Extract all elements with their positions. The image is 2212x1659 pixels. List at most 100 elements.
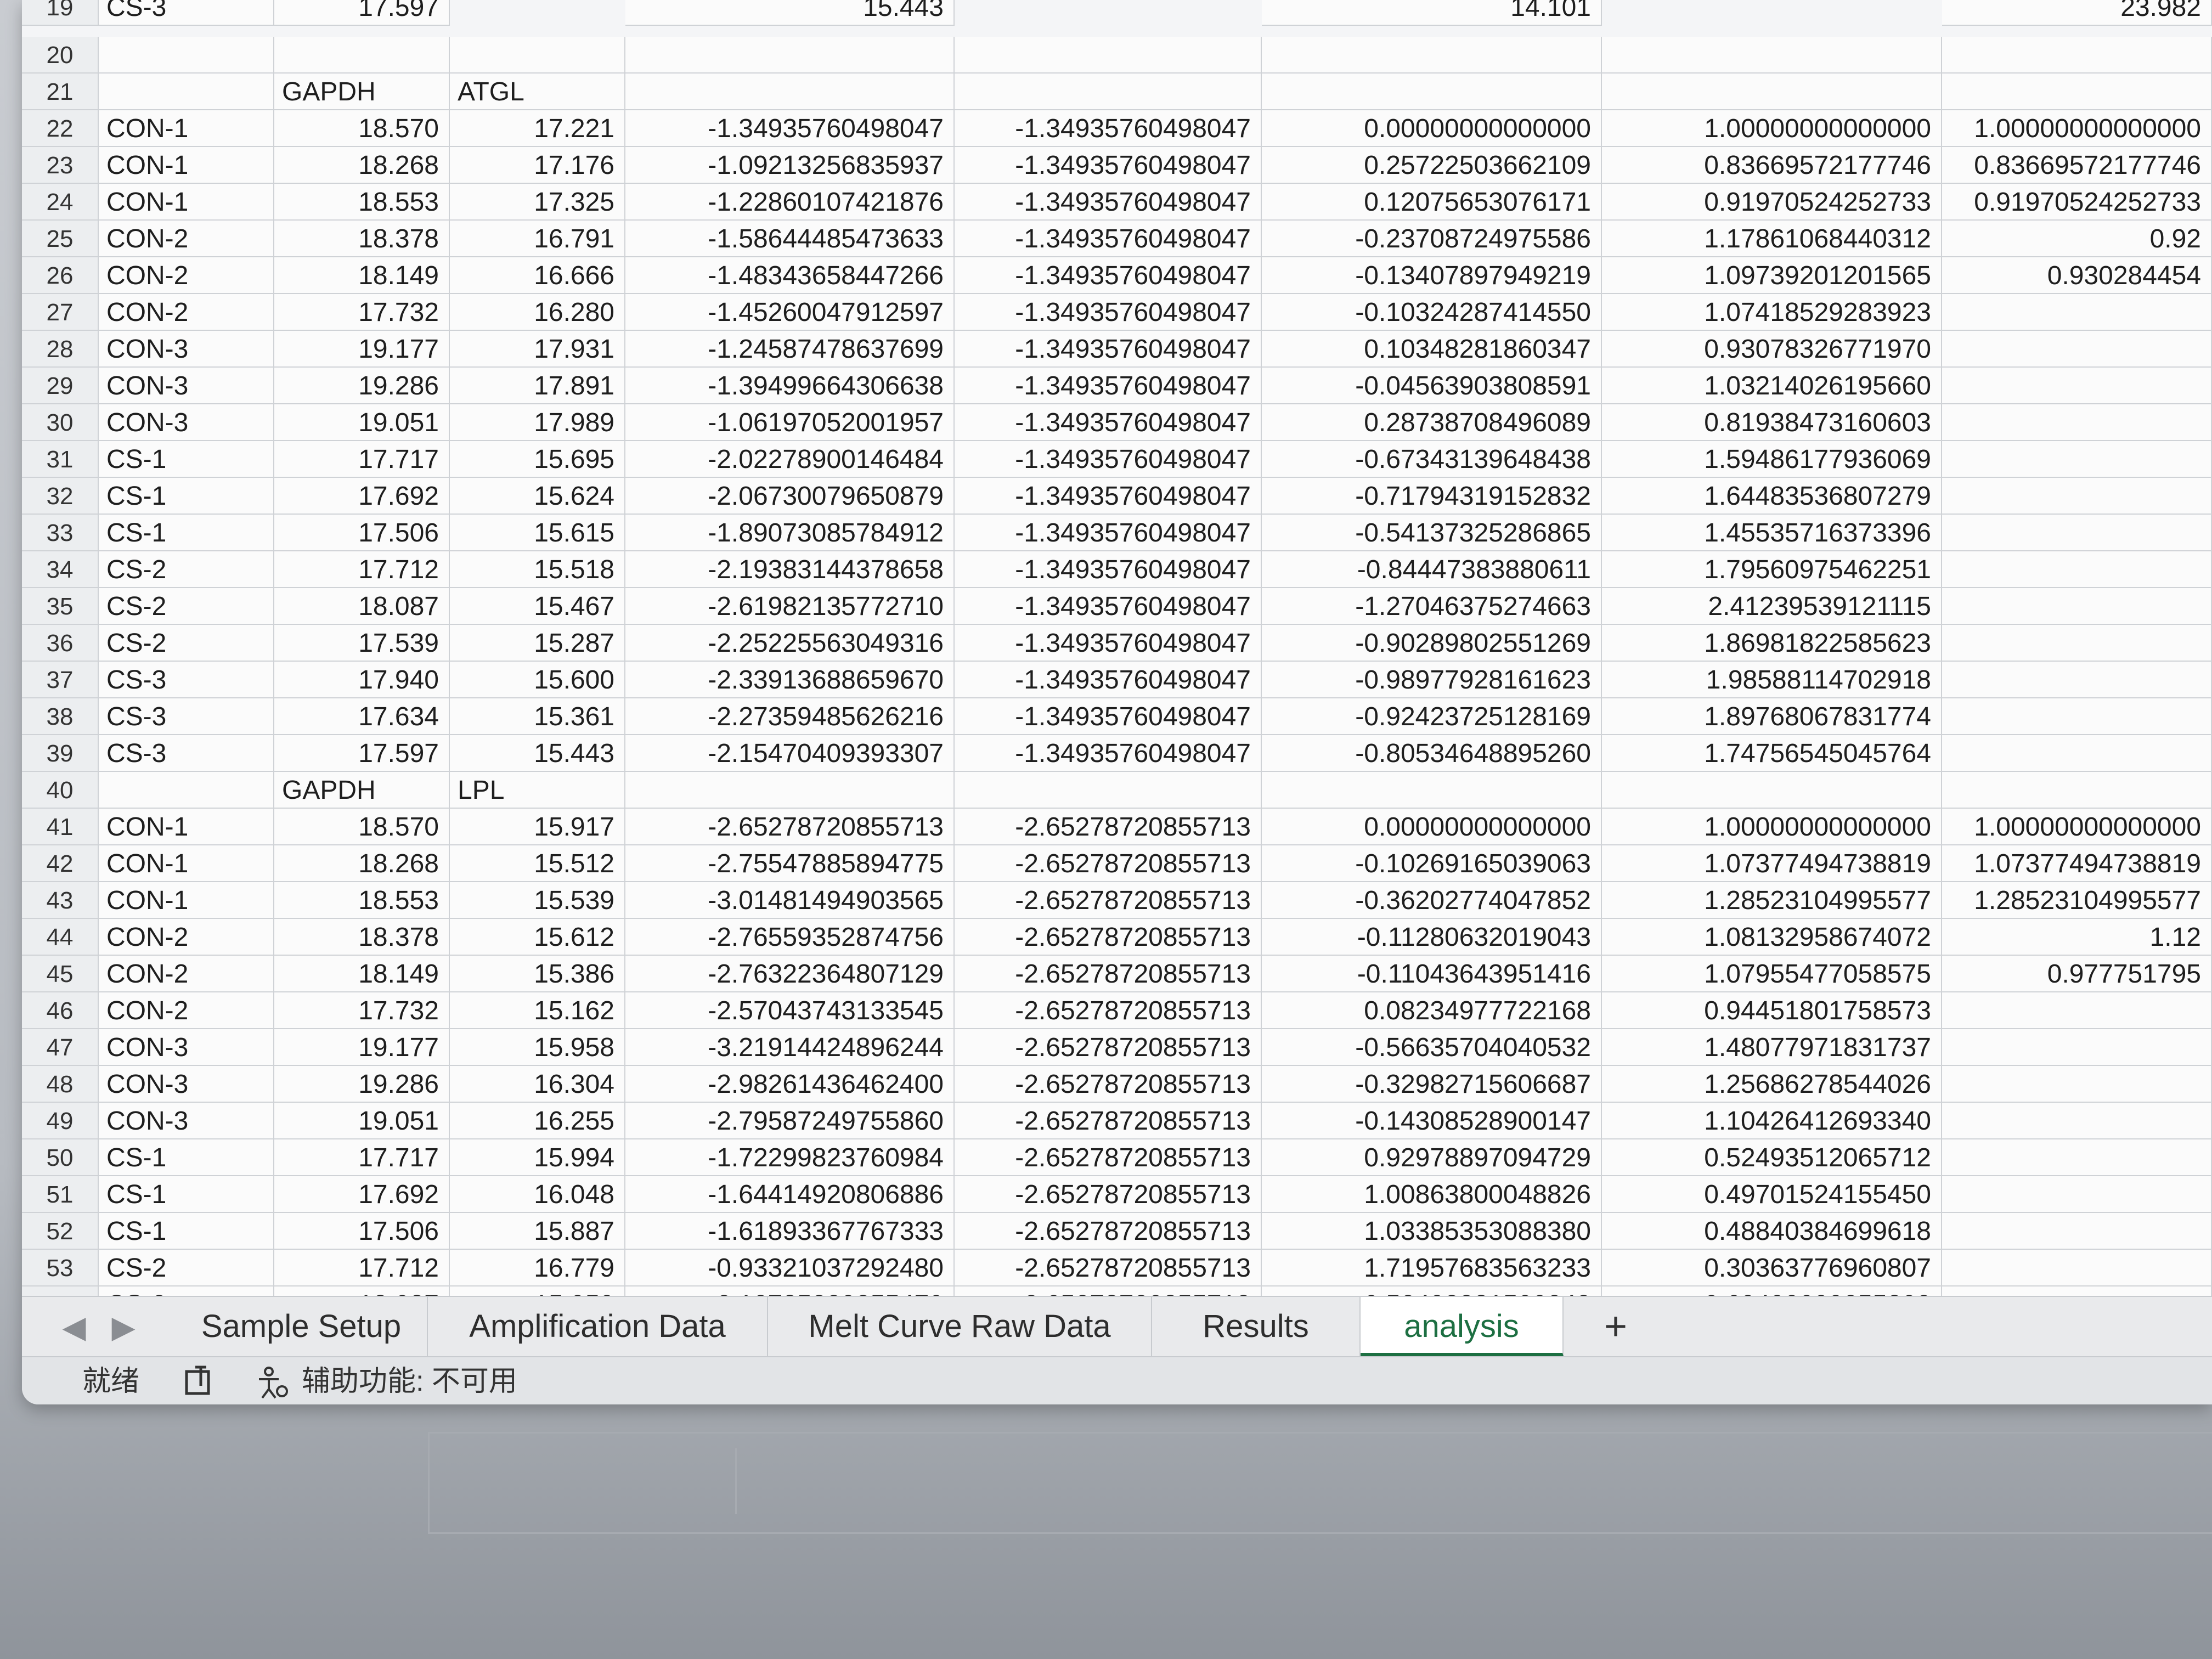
delta-delta-ct-cell[interactable]: -0.10324287414550 xyxy=(1262,294,1602,331)
delta-ct-cell[interactable]: -1.34935760498047 xyxy=(625,110,955,147)
target-ct-cell[interactable]: 16.304 xyxy=(450,1066,625,1103)
delta-delta-ct-cell[interactable]: -0.92423725128169 xyxy=(1262,698,1602,735)
control-mean-cell[interactable]: -2.65278720855713 xyxy=(955,1029,1262,1066)
summary-cell[interactable] xyxy=(1942,662,2212,698)
row-header[interactable]: 40 xyxy=(22,772,99,809)
sample-cell[interactable]: CS-1 xyxy=(99,478,274,515)
target-ct-cell[interactable]: 15.612 xyxy=(450,919,625,956)
target-ct-cell[interactable]: 16.779 xyxy=(450,1250,625,1286)
sample-cell[interactable]: CS-2 xyxy=(99,1250,274,1286)
fold-change-cell[interactable]: 2.41239539121115 xyxy=(1602,588,1942,625)
summary-cell[interactable] xyxy=(1942,1139,2212,1176)
delta-ct-cell[interactable]: -1.06197052001957 xyxy=(625,404,955,441)
sample-cell[interactable]: CON-1 xyxy=(99,110,274,147)
target-ct-cell[interactable]: 17.221 xyxy=(450,110,625,147)
control-mean-cell[interactable]: -1.34935760498047 xyxy=(955,184,1262,221)
summary-cell[interactable] xyxy=(1942,74,2212,110)
control-mean-cell[interactable]: -2.65278720855713 xyxy=(955,1103,1262,1139)
summary-cell[interactable] xyxy=(1942,331,2212,368)
control-mean-cell[interactable]: -2.65278720855713 xyxy=(955,956,1262,992)
row-header[interactable]: 46 xyxy=(22,992,99,1029)
delta-ct-cell[interactable]: -1.22860107421876 xyxy=(625,184,955,221)
row-header[interactable]: 53 xyxy=(22,1250,99,1286)
delta-ct-cell[interactable]: -2.25225563049316 xyxy=(625,625,955,662)
delta-delta-ct-cell[interactable]: -0.54137325286865 xyxy=(1262,515,1602,551)
delta-delta-ct-cell[interactable] xyxy=(1262,37,1602,74)
delta-ct-cell[interactable]: -1.48343658447266 xyxy=(625,257,955,294)
target-ct-cell[interactable]: 16.666 xyxy=(450,257,625,294)
summary-cell[interactable] xyxy=(1942,735,2212,772)
target-ct-cell[interactable]: 16.255 xyxy=(450,1103,625,1139)
sample-cell[interactable]: CS-1 xyxy=(99,1139,274,1176)
gapdh-cell[interactable]: 17.732 xyxy=(274,992,450,1029)
fold-change-cell[interactable]: 1.86981822585623 xyxy=(1602,625,1942,662)
gapdh-cell[interactable]: 19.286 xyxy=(274,368,450,404)
sample-cell[interactable]: CON-1 xyxy=(99,184,274,221)
row-header[interactable]: 31 xyxy=(22,441,99,478)
delta-delta-ct-cell[interactable]: 1.00863800048826 xyxy=(1262,1176,1602,1213)
target-ct-cell[interactable]: 17.325 xyxy=(450,184,625,221)
gapdh-cell[interactable]: 17.506 xyxy=(274,1213,450,1250)
gapdh-cell[interactable]: 17.712 xyxy=(274,551,450,588)
control-mean-cell[interactable]: -1.34935760498047 xyxy=(955,478,1262,515)
delta-delta-ct-cell[interactable]: -0.23708724975586 xyxy=(1262,221,1602,257)
gapdh-cell[interactable]: 18.570 xyxy=(274,809,450,845)
fold-change-cell[interactable]: 1.00000000000000 xyxy=(1602,809,1942,845)
delta-ct-cell[interactable] xyxy=(625,37,955,74)
fold-change-cell[interactable]: 1.45535716373396 xyxy=(1602,515,1942,551)
delta-ct-cell[interactable]: -2.98261436462400 xyxy=(625,1066,955,1103)
summary-cell[interactable] xyxy=(1942,1250,2212,1286)
gapdh-cell[interactable]: 17.597 xyxy=(274,735,450,772)
delta-ct-cell[interactable]: -2.76322364807129 xyxy=(625,956,955,992)
target-ct-cell[interactable]: 15.958 xyxy=(450,1029,625,1066)
sample-cell[interactable]: CS-2 xyxy=(99,625,274,662)
delta-ct-cell[interactable]: -2.06730079650879 xyxy=(625,478,955,515)
row-header[interactable]: 50 xyxy=(22,1139,99,1176)
row-header[interactable]: 49 xyxy=(22,1103,99,1139)
gapdh-cell[interactable]: GAPDH xyxy=(274,772,450,809)
delta-delta-ct-cell[interactable]: -0.56635704040532 xyxy=(1262,1029,1602,1066)
accessibility-icon[interactable] xyxy=(252,1357,291,1404)
control-mean-cell[interactable]: -1.34935760498047 xyxy=(955,221,1262,257)
delta-ct-cell[interactable]: -3.01481494903565 xyxy=(625,882,955,919)
delta-delta-ct-cell[interactable]: 0.00000000000000 xyxy=(1262,110,1602,147)
col-f-cell[interactable]: 14.101 xyxy=(1262,0,1602,26)
add-sheet-button[interactable]: + xyxy=(1575,1297,1657,1356)
delta-delta-ct-cell[interactable] xyxy=(1262,74,1602,110)
sample-cell[interactable]: CON-2 xyxy=(99,257,274,294)
fold-change-cell[interactable]: 1.89768067831774 xyxy=(1602,698,1942,735)
summary-cell[interactable] xyxy=(1942,404,2212,441)
summary-cell[interactable]: 0.92 xyxy=(1942,221,2212,257)
row-header[interactable]: 26 xyxy=(22,257,99,294)
gapdh-cell[interactable]: 18.087 xyxy=(274,588,450,625)
control-mean-cell[interactable]: -1.34935760498047 xyxy=(955,551,1262,588)
target-ct-cell[interactable]: 15.615 xyxy=(450,515,625,551)
fold-change-cell[interactable]: 0.93078326771970 xyxy=(1602,331,1942,368)
sample-cell[interactable]: CS-2 xyxy=(99,551,274,588)
delta-ct-cell[interactable]: -2.33913688659670 xyxy=(625,662,955,698)
row-header[interactable]: 43 xyxy=(22,882,99,919)
control-mean-cell[interactable] xyxy=(955,74,1262,110)
delta-delta-ct-cell[interactable]: -0.13407897949219 xyxy=(1262,257,1602,294)
target-ct-cell[interactable]: 16.791 xyxy=(450,221,625,257)
summary-cell[interactable] xyxy=(1942,1176,2212,1213)
target-ct-cell[interactable]: 15.287 xyxy=(450,625,625,662)
delta-ct-cell[interactable]: -1.58644485473633 xyxy=(625,221,955,257)
row-header[interactable]: 42 xyxy=(22,845,99,882)
target-ct-cell[interactable]: 15.518 xyxy=(450,551,625,588)
delta-ct-cell[interactable]: -2.57043743133545 xyxy=(625,992,955,1029)
row-header[interactable]: 24 xyxy=(22,184,99,221)
sample-cell[interactable]: CON-1 xyxy=(99,147,274,184)
target-ct-cell[interactable]: 16.048 xyxy=(450,1176,625,1213)
delta-ct-cell[interactable]: -1.72299823760984 xyxy=(625,1139,955,1176)
next-sheet-icon[interactable]: ▶ xyxy=(104,1308,143,1346)
delta-ct-cell[interactable]: -2.65278720855713 xyxy=(625,809,955,845)
summary-cell[interactable] xyxy=(1942,294,2212,331)
delta-ct-cell[interactable]: -2.61982135772710 xyxy=(625,588,955,625)
delta-delta-ct-cell[interactable]: 0.10348281860347 xyxy=(1262,331,1602,368)
control-mean-cell[interactable] xyxy=(955,772,1262,809)
summary-cell[interactable] xyxy=(1942,478,2212,515)
gapdh-cell[interactable]: 18.570 xyxy=(274,110,450,147)
row-header[interactable]: 25 xyxy=(22,221,99,257)
fold-change-cell[interactable]: 0.91970524252733 xyxy=(1602,184,1942,221)
